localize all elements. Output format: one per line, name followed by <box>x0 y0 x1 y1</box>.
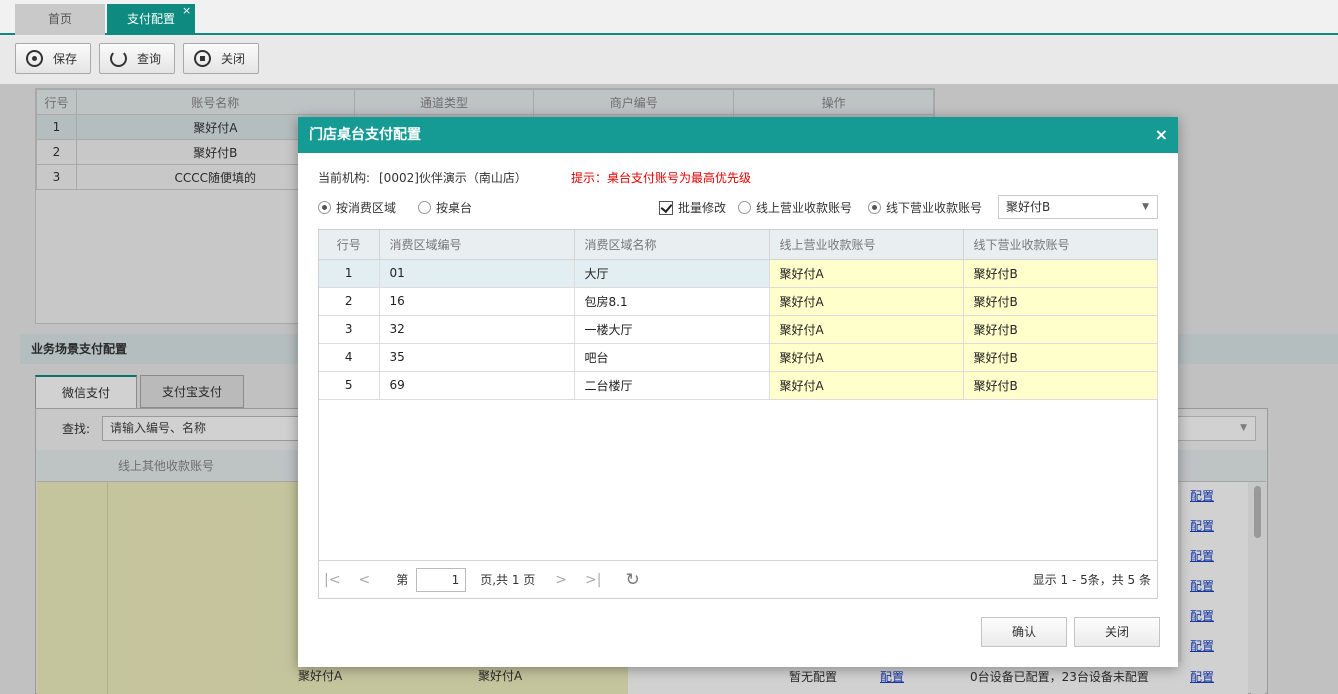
mode-by-table-radio[interactable]: 按桌台 <box>418 199 472 216</box>
batch-edit-checkbox[interactable]: 批量修改 <box>659 199 726 216</box>
offline-account-radio[interactable]: 线下营业收款账号 <box>868 199 982 216</box>
col-header: 消费区域编号 <box>379 230 575 260</box>
online-account-cell[interactable]: 聚好付A <box>769 315 964 344</box>
online-account-cell[interactable]: 聚好付A <box>769 343 964 372</box>
query-button-label: 查询 <box>137 52 162 66</box>
first-page-icon[interactable]: |< <box>324 572 340 588</box>
table-row[interactable]: 2 16 包房8.1 聚好付A 聚好付B <box>319 287 1158 316</box>
pager: |< < 第 1 页,共 1 页 > >| ↻ 显示 1 - 5条，共 5 条 <box>319 560 1157 598</box>
table-row[interactable]: 3 32 一楼大厅 聚好付A 聚好付B <box>319 315 1158 344</box>
radio-icon <box>418 201 431 214</box>
tab-close-icon[interactable]: × <box>182 5 191 17</box>
offline-account-cell[interactable]: 聚好付B <box>963 371 1158 400</box>
offline-account-cell[interactable]: 聚好付B <box>963 287 1158 316</box>
tab-bar <box>0 0 1338 35</box>
table-row[interactable]: 1 01 大厅 聚好付A 聚好付B <box>319 259 1158 288</box>
offline-account-cell[interactable]: 聚好付B <box>963 259 1158 288</box>
radio-icon <box>868 201 881 214</box>
pager-summary: 显示 1 - 5条，共 5 条 <box>1032 573 1151 587</box>
area-code: 69 <box>379 371 575 400</box>
online-account-cell[interactable]: 聚好付A <box>769 371 964 400</box>
save-icon <box>26 50 43 67</box>
col-header: 线下营业收款账号 <box>963 230 1158 260</box>
close-button-label: 关闭 <box>221 52 246 66</box>
offline-account-cell[interactable]: 聚好付B <box>963 343 1158 372</box>
row-number: 4 <box>319 343 380 372</box>
dialog-title: 门店桌台支付配置 <box>298 117 1178 153</box>
store-table-payment-dialog: 门店桌台支付配置 × 当前机构: [0002]伙伴演示（南山店） 提示：桌台支付… <box>298 117 1178 667</box>
radio-label: 线上营业收款账号 <box>756 201 853 215</box>
col-header: 消费区域名称 <box>574 230 770 260</box>
page-input[interactable]: 1 <box>416 567 467 592</box>
tab-home[interactable]: 首页 <box>15 4 105 35</box>
col-header: 线上营业收款账号 <box>769 230 964 260</box>
save-button[interactable]: 保存 <box>15 43 91 74</box>
account-select[interactable]: 聚好付B ▼ <box>998 195 1158 219</box>
account-select-value: 聚好付B <box>1006 200 1051 214</box>
radio-label: 线下营业收款账号 <box>886 201 983 215</box>
confirm-button[interactable]: 确认 <box>981 617 1067 647</box>
radio-icon <box>318 201 331 214</box>
org-value: [0002]伙伴演示（南山店） <box>379 171 527 185</box>
area-name: 包房8.1 <box>574 287 770 316</box>
query-button[interactable]: 查询 <box>99 43 175 74</box>
area-code: 16 <box>379 287 575 316</box>
table-row[interactable]: 5 69 二台楼厅 聚好付A 聚好付B <box>319 371 1158 400</box>
online-account-cell[interactable]: 聚好付A <box>769 259 964 288</box>
last-page-icon[interactable]: >| <box>585 572 601 588</box>
online-account-cell[interactable]: 聚好付A <box>769 287 964 316</box>
col-header: 行号 <box>319 230 380 260</box>
org-label: 当前机构: <box>318 171 371 185</box>
area-name: 大厅 <box>574 259 770 288</box>
offline-account-cell[interactable]: 聚好付B <box>963 315 1158 344</box>
dialog-close-icon[interactable]: × <box>1155 117 1168 153</box>
page-suffix: 页,共 1 页 <box>480 573 536 587</box>
chevron-down-icon: ▼ <box>1142 202 1149 212</box>
radio-icon <box>738 201 751 214</box>
area-name: 一楼大厅 <box>574 315 770 344</box>
radio-label: 按桌台 <box>436 201 473 215</box>
row-number: 2 <box>319 287 380 316</box>
mode-by-area-radio[interactable]: 按消费区域 <box>318 199 396 216</box>
area-name: 吧台 <box>574 343 770 372</box>
priority-hint: 提示：桌台支付账号为最高优先级 <box>571 171 752 185</box>
area-grid: 行号 消费区域编号 消费区域名称 线上营业收款账号 线下营业收款账号 1 01 … <box>318 229 1158 599</box>
area-name: 二台楼厅 <box>574 371 770 400</box>
radio-label: 按消费区域 <box>336 201 397 215</box>
close-button[interactable]: 关闭 <box>183 43 259 74</box>
refresh-icon[interactable]: ↻ <box>625 570 639 590</box>
row-number: 3 <box>319 315 380 344</box>
save-button-label: 保存 <box>53 52 78 66</box>
online-account-radio[interactable]: 线上营业收款账号 <box>738 199 852 216</box>
dialog-close-button[interactable]: 关闭 <box>1074 617 1160 647</box>
next-page-icon[interactable]: > <box>555 572 567 588</box>
row-number: 1 <box>319 259 380 288</box>
area-code: 35 <box>379 343 575 372</box>
table-row[interactable]: 4 35 吧台 聚好付A 聚好付B <box>319 343 1158 372</box>
checkbox-label: 批量修改 <box>678 201 727 215</box>
refresh-icon <box>110 50 127 67</box>
page-prefix: 第 <box>396 573 409 587</box>
row-number: 5 <box>319 371 380 400</box>
area-code: 01 <box>379 259 575 288</box>
area-code: 32 <box>379 315 575 344</box>
stop-icon <box>194 50 211 67</box>
checkbox-icon <box>659 200 673 215</box>
prev-page-icon[interactable]: < <box>358 572 370 588</box>
